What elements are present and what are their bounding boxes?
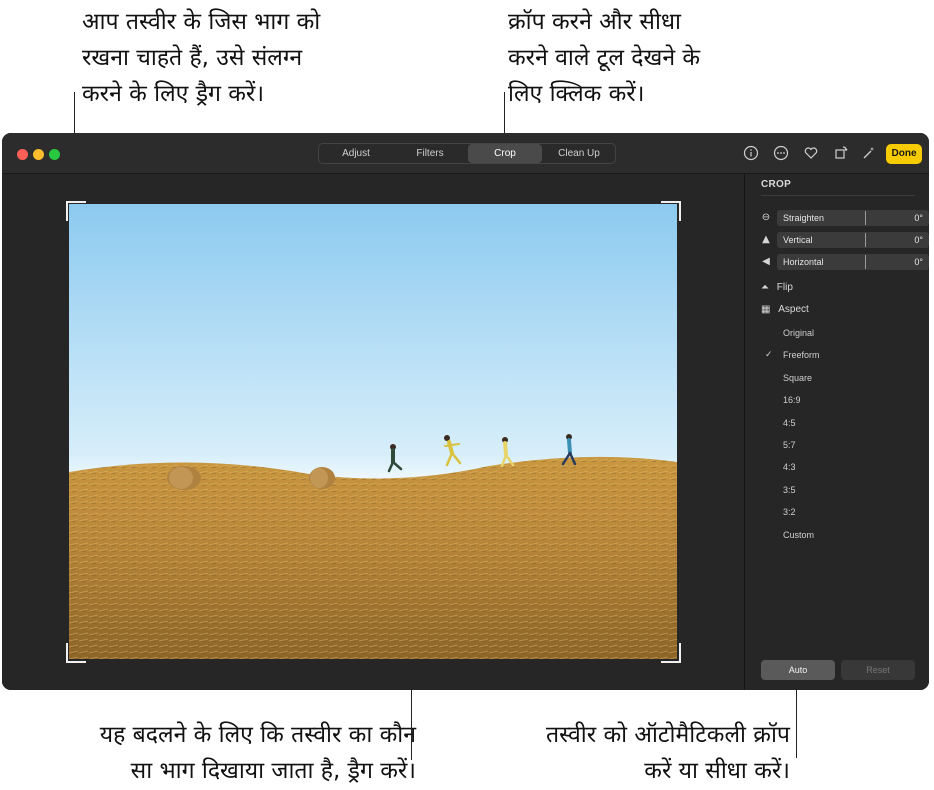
vertical-value: 0°	[914, 235, 923, 245]
flip-icon: ⏶	[761, 282, 769, 293]
horizontal-tick	[865, 255, 866, 269]
horizontal-label: Horizontal	[783, 257, 824, 267]
aspect-option-square[interactable]: Square	[783, 373, 812, 383]
tab-clean-up[interactable]: Clean Up	[543, 144, 615, 163]
aspect-option-3-5[interactable]: 3:5	[783, 485, 796, 495]
aspect-option-original[interactable]: Original	[783, 328, 814, 338]
vertical-label: Vertical	[783, 235, 813, 245]
callout-auto-crop: तस्वीर को ऑटोमैटिकली क्रॉप करें या सीधा …	[545, 722, 790, 784]
crop-handle-bottom-right[interactable]	[661, 643, 681, 663]
aspect-option-4-5[interactable]: 4:5	[783, 418, 796, 428]
straighten-icon: ⊖	[761, 212, 771, 223]
aspect-option-3-2[interactable]: 3:2	[783, 507, 796, 517]
magic-wand-icon[interactable]	[860, 145, 878, 163]
vertical-slider[interactable]: ▲ Vertical 0°	[759, 232, 929, 248]
crop-handle-top-right[interactable]	[661, 201, 681, 221]
vertical-track[interactable]: Vertical 0°	[777, 232, 929, 248]
edit-mode-tabs: Adjust Filters Crop Clean Up	[318, 143, 616, 164]
flip-button[interactable]: ⏶ Flip	[761, 282, 793, 293]
callout-attach-crop: आप तस्वीर के जिस भाग को रखना चाहते हैं, …	[82, 9, 321, 107]
sidebar-title: CROP	[761, 179, 792, 190]
rotate-icon[interactable]	[832, 145, 850, 163]
more-icon[interactable]	[772, 145, 790, 163]
heart-icon[interactable]	[802, 145, 820, 163]
aspect-header: ▦ Aspect	[761, 304, 809, 315]
done-button[interactable]: Done	[886, 144, 922, 164]
checkmark-icon: ✓	[765, 350, 773, 360]
straighten-value: 0°	[914, 213, 923, 223]
tab-adjust[interactable]: Adjust	[319, 144, 393, 163]
aspect-option-16-9[interactable]: 16:9	[783, 395, 801, 405]
tab-filters[interactable]: Filters	[393, 144, 467, 163]
reset-button[interactable]: Reset	[841, 660, 915, 680]
tab-crop[interactable]: Crop	[468, 144, 542, 163]
aspect-icon: ▦	[761, 304, 771, 315]
photo-canvas[interactable]	[2, 174, 744, 690]
vertical-icon: ▲	[762, 234, 770, 245]
horizontal-slider[interactable]: ◀ Horizontal 0°	[759, 254, 929, 270]
title-bar: Adjust Filters Crop Clean Up Done	[2, 133, 929, 174]
aspect-option-custom[interactable]: Custom	[783, 530, 814, 540]
photo-image[interactable]	[69, 204, 677, 659]
callout-crop-tab: क्रॉप करने और सीधा करने वाले टूल देखने क…	[508, 9, 701, 107]
minimize-window-button[interactable]	[33, 149, 44, 160]
horizontal-value: 0°	[914, 257, 923, 267]
crop-handle-top-left[interactable]	[66, 201, 86, 221]
aspect-option-5-7[interactable]: 5:7	[783, 440, 796, 450]
crop-sidebar: CROP ⊖ Straighten 0° ▲ Vertical 0° ◀ Hor…	[744, 174, 929, 690]
vertical-tick	[865, 233, 866, 247]
horizontal-track[interactable]: Horizontal 0°	[777, 254, 929, 270]
flip-label: Flip	[776, 282, 793, 293]
auto-button[interactable]: Auto	[761, 660, 835, 680]
photos-edit-window: Adjust Filters Crop Clean Up Done CROP ⊖…	[2, 133, 929, 690]
straighten-slider[interactable]: ⊖ Straighten 0°	[759, 210, 929, 226]
aspect-option-freeform[interactable]: Freeform	[783, 350, 820, 360]
crop-handle-bottom-left[interactable]	[66, 643, 86, 663]
aspect-option-4-3[interactable]: 4:3	[783, 462, 796, 472]
callout-drag-photo: यह बदलने के लिए कि तस्वीर का कौन सा भाग …	[99, 722, 416, 784]
straighten-tick	[865, 211, 866, 225]
landscape-photo	[69, 204, 677, 659]
close-window-button[interactable]	[17, 149, 28, 160]
info-icon[interactable]	[742, 145, 760, 163]
horizontal-icon: ◀	[762, 256, 770, 267]
straighten-track[interactable]: Straighten 0°	[777, 210, 929, 226]
zoom-window-button[interactable]	[49, 149, 60, 160]
straighten-label: Straighten	[783, 213, 825, 223]
aspect-label: Aspect	[778, 304, 809, 315]
sidebar-divider	[761, 195, 915, 196]
